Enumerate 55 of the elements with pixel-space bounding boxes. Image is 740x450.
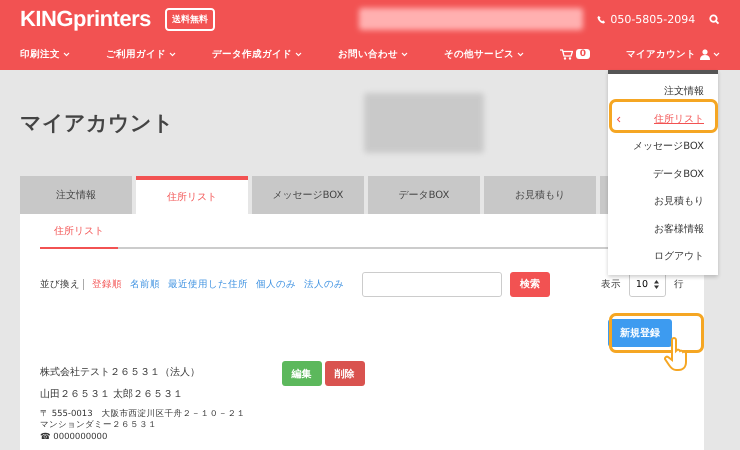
delete-button[interactable]: 削除 bbox=[324, 361, 365, 386]
dropdown-item[interactable]: メッセージBOX bbox=[608, 133, 718, 160]
chevron-down-icon bbox=[400, 52, 408, 56]
tab[interactable]: データBOX bbox=[368, 176, 480, 214]
chevron-down-icon bbox=[63, 52, 70, 56]
chevron-down-icon bbox=[168, 52, 176, 56]
nav-item[interactable]: ご利用ガイド bbox=[106, 48, 176, 60]
person-name: 山田２６５３１ 太郎２６５３１ bbox=[40, 388, 184, 401]
chevron-down-icon bbox=[712, 52, 720, 56]
stepper-arrows-icon bbox=[654, 280, 659, 288]
tab[interactable]: メッセージBOX bbox=[252, 176, 364, 214]
dropdown-item[interactable]: 注文情報 bbox=[608, 78, 718, 106]
sub-tab[interactable]: 住所リスト bbox=[40, 214, 118, 249]
sort-link[interactable]: 個人のみ bbox=[256, 278, 296, 290]
dropdown-item[interactable]: データBOX bbox=[608, 160, 718, 188]
tab[interactable]: お見積もり bbox=[484, 176, 596, 214]
dropdown-item[interactable]: お見積もり bbox=[608, 188, 718, 216]
phone-number: 050-5805-2094 bbox=[610, 12, 696, 26]
nav-item[interactable]: その他サービス bbox=[444, 48, 524, 60]
cart-icon bbox=[560, 48, 573, 60]
per-page-label: 表示 bbox=[600, 278, 621, 290]
sort-link[interactable]: 法人のみ bbox=[304, 278, 344, 290]
nav-item[interactable]: 印刷注文 bbox=[20, 48, 70, 60]
dropdown-item[interactable]: 住所リスト bbox=[608, 106, 718, 133]
shipping-badge: 送料無料 bbox=[164, 8, 215, 30]
account-menu-toggle[interactable]: マイアカウント bbox=[626, 48, 720, 60]
company-name: 株式会社テスト２６５３１（法人） bbox=[40, 366, 201, 379]
search-icon[interactable] bbox=[709, 14, 720, 24]
tab[interactable]: 住所リスト bbox=[136, 176, 248, 214]
edit-button[interactable]: 編集 bbox=[282, 361, 322, 386]
hand-cursor-icon bbox=[664, 337, 690, 371]
dropdown-item[interactable]: お客様情報 bbox=[608, 216, 718, 243]
logo[interactable]: KINGprinters bbox=[20, 6, 151, 32]
chevron-down-icon bbox=[294, 52, 302, 56]
building-name: マンションダミー２６５３１ bbox=[40, 420, 158, 432]
postal-address: 〒 555-0013 大阪市西淀川区千舟２－１０－２１ bbox=[40, 409, 246, 420]
cart-link[interactable]: 0 bbox=[560, 48, 590, 60]
search-field[interactable] bbox=[362, 272, 502, 296]
tab[interactable]: 注文情報 bbox=[20, 176, 132, 214]
phone-icon bbox=[597, 14, 606, 24]
sort-link[interactable]: 名前順 bbox=[130, 278, 160, 290]
search-button[interactable]: 検索 bbox=[510, 272, 550, 296]
nav-item[interactable]: データ作成ガイド bbox=[212, 48, 302, 60]
phone-line: ☎ 0000000000 bbox=[40, 432, 108, 444]
dropdown-item[interactable]: ログアウト bbox=[608, 243, 718, 270]
sort-link[interactable]: 登録順 bbox=[92, 278, 122, 290]
sort-link[interactable]: 最近使用した住所 bbox=[168, 278, 248, 290]
nav-item[interactable]: お問い合わせ bbox=[338, 48, 408, 60]
chevron-down-icon bbox=[516, 52, 524, 56]
per-page-unit: 行 bbox=[674, 278, 684, 290]
new-register-button[interactable]: 新規登録 bbox=[608, 319, 672, 347]
page-title: マイアカウント bbox=[20, 110, 174, 137]
sort-label: 並び換え bbox=[40, 278, 80, 290]
chevron-left-icon bbox=[616, 116, 621, 123]
user-icon bbox=[700, 48, 710, 60]
